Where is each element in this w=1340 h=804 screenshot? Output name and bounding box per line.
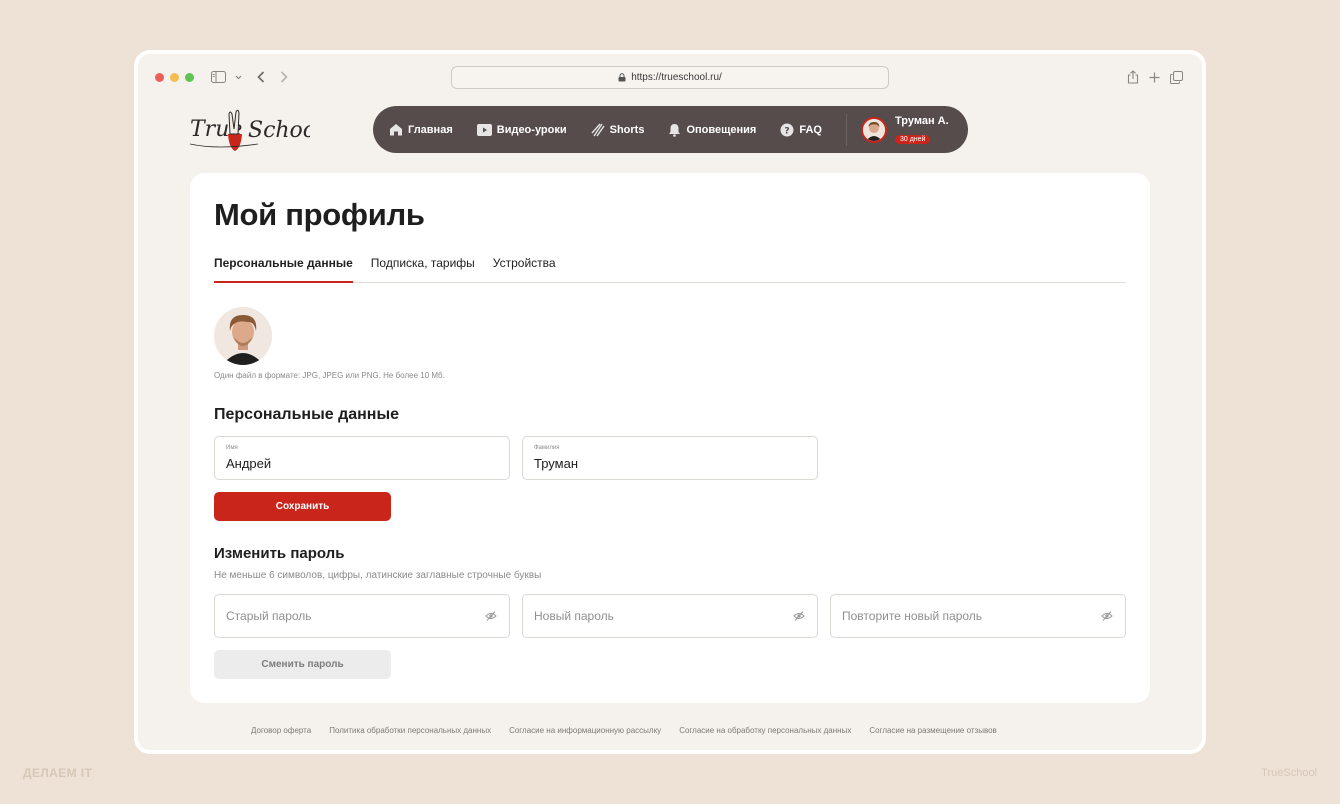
footer-link-consent[interactable]: Согласие на обработку персональных данны… [679, 726, 851, 735]
nav-item-notifications[interactable]: Оповещения [668, 123, 756, 137]
main-nav: Главная Видео-уроки Shorts Оповещения ? … [373, 106, 968, 153]
eye-off-icon[interactable] [1101, 609, 1113, 627]
personal-section-title: Персональные данные [214, 406, 400, 423]
nav-item-label: Shorts [609, 123, 645, 136]
nav-item-home[interactable]: Главная [389, 123, 453, 136]
repeat-password-field[interactable]: Повторите новый пароль [830, 594, 1126, 638]
share-icon[interactable] [1126, 68, 1140, 86]
tab-devices[interactable]: Устройства [493, 251, 556, 283]
shorts-icon [591, 123, 605, 136]
new-password-placeholder: Новый пароль [534, 609, 614, 623]
eye-off-icon[interactable] [485, 609, 497, 627]
tab-subscription[interactable]: Подписка, тарифы [371, 251, 475, 283]
footer-link-offer[interactable]: Договор оферта [251, 726, 311, 735]
footer-link-privacy[interactable]: Политика обработки персональных данных [329, 726, 491, 735]
address-bar[interactable]: https://trueschool.ru/ [451, 66, 889, 89]
svg-text:?: ? [785, 126, 790, 136]
last-name-value: Труман [534, 456, 578, 471]
chevron-down-icon[interactable] [233, 68, 243, 86]
tab-personal-data[interactable]: Персональные данные [214, 251, 353, 283]
minimize-window-button[interactable] [170, 73, 179, 82]
browser-window: https://trueschool.ru/ True School Главн… [138, 54, 1202, 750]
nav-item-shorts[interactable]: Shorts [591, 123, 645, 137]
avatar-upload[interactable] [214, 307, 272, 365]
nav-item-label: Видео-уроки [496, 123, 567, 136]
old-password-placeholder: Старый пароль [226, 609, 312, 623]
nav-item-label: Оповещения [686, 123, 757, 136]
help-icon: ? [780, 123, 794, 136]
first-name-field[interactable]: Имя Андрей [214, 436, 510, 480]
save-button[interactable]: Сохранить [214, 492, 391, 521]
bell-icon [669, 123, 681, 137]
first-name-label: Имя [226, 445, 238, 451]
avatar [860, 116, 887, 143]
eye-off-icon[interactable] [793, 609, 805, 627]
nav-item-label: FAQ [799, 123, 822, 136]
nav-divider [845, 113, 847, 146]
nav-item-faq[interactable]: ? FAQ [780, 123, 822, 137]
tabs-overview-icon[interactable] [1169, 68, 1183, 86]
last-name-label: Фамилия [534, 445, 560, 451]
user-name: Труман А. [894, 114, 949, 127]
profile-card: Мой профиль Персональные данные Подписка… [190, 173, 1150, 703]
back-icon[interactable] [255, 68, 267, 86]
new-tab-icon[interactable] [1147, 68, 1161, 86]
lock-icon [618, 73, 626, 82]
url-text: https://trueschool.ru/ [631, 72, 722, 83]
password-section-title: Изменить пароль [214, 545, 345, 562]
watermark-right: TrueSchool [1261, 767, 1317, 779]
watermark-left: ДЕЛАЕМ IT [23, 766, 93, 780]
forward-icon[interactable] [278, 68, 290, 86]
site-logo[interactable]: True School [188, 104, 323, 156]
footer-link-reviews[interactable]: Согласие на размещение отзывов [869, 726, 996, 735]
avatar-hint: Один файл в формате: JPG, JPEG или PNG. … [214, 371, 445, 380]
nav-item-label: Главная [408, 123, 453, 136]
svg-text:School: School [248, 118, 310, 143]
new-password-field[interactable]: Новый пароль [522, 594, 818, 638]
repeat-password-placeholder: Повторите новый пароль [842, 609, 983, 623]
footer-links: Договор оферта Политика обработки персон… [251, 726, 997, 735]
change-password-button[interactable]: Сменить пароль [214, 650, 391, 679]
subscription-badge: 30 дней [894, 134, 931, 144]
old-password-field[interactable]: Старый пароль [214, 594, 510, 638]
user-menu[interactable]: Труман А. 30 дней [860, 114, 949, 146]
page-title: Мой профиль [214, 197, 425, 232]
home-icon [390, 124, 402, 136]
nav-item-videos[interactable]: Видео-уроки [476, 123, 567, 136]
profile-tabs: Персональные данные Подписка, тарифы Уст… [214, 251, 1126, 283]
last-name-field[interactable]: Фамилия Труман [522, 436, 818, 480]
sidebar-toggle-icon[interactable] [210, 68, 226, 86]
maximize-window-button[interactable] [185, 73, 194, 82]
footer-link-newsletter[interactable]: Согласие на информационную рассылку [509, 726, 661, 735]
browser-toolbar: https://trueschool.ru/ [138, 54, 1202, 100]
video-icon [476, 123, 492, 136]
first-name-value: Андрей [226, 456, 272, 471]
password-hint: Не меньше 6 символов, цифры, латинские з… [214, 570, 542, 581]
close-window-button[interactable] [155, 73, 164, 82]
